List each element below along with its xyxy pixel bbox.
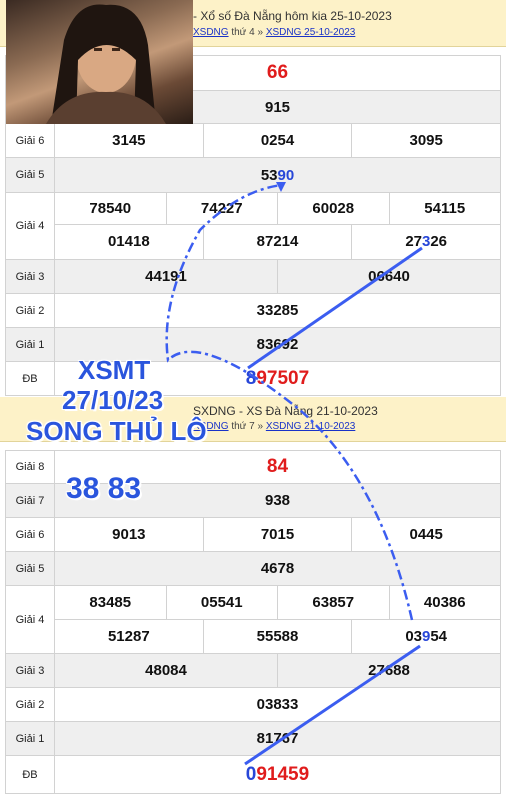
dashed-arrow-1 (165, 183, 414, 621)
overlay-date: 27/10/23 (62, 385, 164, 415)
overlay-xsmt: XSMT (78, 355, 151, 385)
arrowhead-1 (276, 182, 286, 192)
overlay-numbers: 38 83 (66, 472, 142, 505)
overlay-song-thu-lo: SONG THỦ LÔ (26, 416, 207, 446)
solid-arrow-2 (244, 644, 421, 766)
solid-arrow-1 (247, 246, 423, 370)
